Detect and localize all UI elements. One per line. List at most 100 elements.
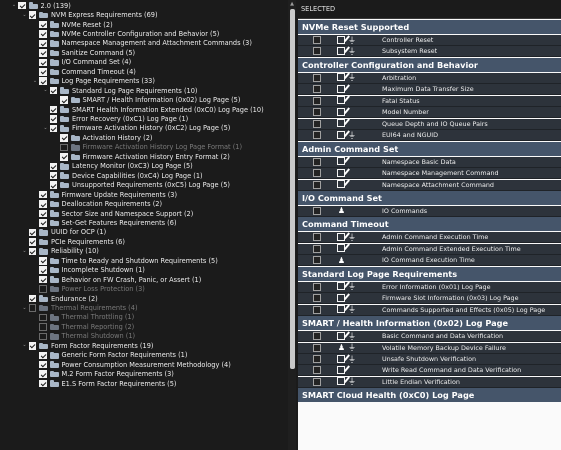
selected-item-row[interactable]: Fatal Status — [298, 95, 561, 107]
tree-checkbox[interactable] — [39, 20, 47, 29]
edit-icon[interactable] — [337, 305, 345, 314]
plug-icon[interactable]: ⏚ — [348, 232, 356, 243]
selected-item-row[interactable]: ⏚ Error Information (0x01) Log Page — [298, 281, 561, 293]
tree-row[interactable]: Firmware Update Requirements (3) — [0, 190, 288, 199]
item-checkbox[interactable] — [313, 343, 321, 352]
tree-row[interactable]: Thermal Reporting (2) — [0, 322, 288, 331]
edit-icon[interactable] — [337, 232, 345, 241]
plug-icon[interactable]: ⏚ — [348, 342, 356, 353]
tree-checkbox[interactable] — [39, 219, 47, 227]
selected-item-row[interactable]: ⏚ Unsafe Shutdown Verification — [298, 354, 561, 365]
tree-row[interactable]: I/O Command Set (4) — [0, 58, 288, 67]
tree-checkbox[interactable] — [60, 153, 68, 161]
selected-item-row[interactable]: Namespace Attachment Command — [298, 179, 561, 191]
edit-icon[interactable] — [337, 293, 345, 302]
tree-checkbox[interactable] — [28, 238, 36, 246]
plug-icon[interactable]: ⏚ — [348, 46, 356, 57]
tree-row[interactable]: Deallocation Requirements (2) — [0, 199, 288, 208]
tree-row[interactable]: E1.S Form Factor Requirements (5) — [0, 379, 288, 388]
tree-row[interactable]: Incomplete Shutdown (1) — [0, 266, 288, 275]
selected-item-row[interactable]: Model Number — [298, 107, 561, 119]
tree-checkbox[interactable] — [49, 171, 57, 180]
plug-icon[interactable]: ⏚ — [348, 331, 356, 342]
tree-row[interactable]: ⌄ 2.0 (139) — [0, 1, 288, 10]
tree-row[interactable]: Device Capabilities (0xC4) Log Page (1) — [0, 171, 288, 180]
edit-icon[interactable] — [337, 331, 345, 340]
tree-checkbox[interactable] — [28, 294, 36, 303]
item-checkbox[interactable] — [313, 244, 321, 253]
tree-row[interactable]: Namespace Management and Attachment Comm… — [0, 39, 288, 48]
tree-checkbox[interactable] — [39, 379, 47, 388]
tree-row[interactable]: Sector Size and Namespace Support (2) — [0, 209, 288, 218]
plug-icon[interactable]: ⏚ — [348, 72, 356, 83]
edit-icon[interactable] — [337, 244, 345, 253]
tree-checkbox[interactable] — [49, 105, 57, 114]
selected-item-row[interactable]: Namespace Management Command — [298, 168, 561, 180]
item-checkbox[interactable] — [313, 256, 321, 265]
item-checkbox[interactable] — [313, 294, 321, 303]
tree-checkbox[interactable] — [39, 30, 47, 38]
tree-checkbox[interactable] — [39, 200, 47, 208]
selected-item-row[interactable]: Firmware Slot Information (0x03) Log Pag… — [298, 293, 561, 305]
selected-item-row[interactable]: ⏚ Admin Command Execution Time — [298, 232, 561, 244]
tree-checkbox[interactable] — [39, 39, 47, 48]
edit-icon[interactable] — [337, 168, 345, 177]
tree-checkbox[interactable] — [39, 313, 47, 322]
tree-checkbox[interactable] — [28, 304, 36, 312]
tree-row[interactable]: ⌄ NVM Express Requirements (69) — [0, 10, 288, 19]
tree-checkbox[interactable] — [60, 96, 68, 104]
tree-checkbox[interactable] — [39, 285, 47, 293]
selected-item-row[interactable]: ⏚ Little Endian Verification — [298, 376, 561, 388]
selected-item-row[interactable]: Namespace Basic Data — [298, 156, 561, 168]
item-checkbox[interactable] — [313, 305, 321, 314]
selected-item-row[interactable]: Queue Depth and IO Queue Pairs — [298, 118, 561, 130]
item-checkbox[interactable] — [313, 355, 321, 363]
tree-checkbox[interactable] — [49, 181, 57, 189]
selected-item-row[interactable]: ⏚ EUI64 and NGUID — [298, 130, 561, 142]
tree-row[interactable]: Behavior on FW Crash, Panic, or Assert (… — [0, 275, 288, 284]
tree-row[interactable]: SMART / Health Information (0x02) Log Pa… — [0, 96, 288, 105]
tree-checkbox[interactable] — [39, 190, 47, 199]
tree-row[interactable]: ⌄ Firmware Activation History (0xC2) Log … — [0, 124, 288, 133]
item-checkbox[interactable] — [313, 36, 321, 44]
item-checkbox[interactable] — [313, 282, 321, 291]
tree-checkbox[interactable] — [39, 257, 47, 265]
item-checkbox[interactable] — [313, 377, 321, 386]
selected-item-row[interactable]: ⏚ Controller Reset — [298, 35, 561, 46]
expand-chevron-icon[interactable]: ⌄ — [21, 341, 29, 350]
plug-icon[interactable]: ⏚ — [348, 304, 356, 315]
selected-item-row[interactable]: Admin Command Extended Execution Time — [298, 243, 561, 255]
tree-checkbox[interactable] — [39, 360, 47, 369]
edit-icon[interactable] — [337, 282, 345, 291]
edit-icon[interactable] — [337, 157, 345, 166]
tree-checkbox[interactable] — [28, 228, 36, 237]
tree-row[interactable]: Activation History (2) — [0, 133, 288, 142]
edit-icon[interactable] — [337, 35, 345, 44]
edit-icon[interactable] — [337, 354, 345, 363]
tree-row[interactable]: ⌄ Reliability (10) — [0, 247, 288, 256]
selected-item-row[interactable]: ⏚ Arbitration — [298, 72, 561, 84]
run-icon[interactable]: ♟ — [337, 205, 346, 216]
tree-checkbox[interactable] — [60, 143, 68, 152]
tree-row[interactable]: Unsupported Requirements (0xC5) Log Page… — [0, 181, 288, 190]
tree-checkbox[interactable] — [39, 58, 47, 67]
tree-checkbox[interactable] — [39, 351, 47, 360]
tree-checkbox[interactable] — [49, 115, 57, 123]
selected-item-row[interactable]: ♟ ⏚ Volatile Memory Backup Device Failure — [298, 342, 561, 354]
tree-row[interactable]: UUID for OCP (1) — [0, 228, 288, 237]
item-checkbox[interactable] — [313, 131, 321, 140]
tree-row[interactable]: ⌄ Log Page Requirements (33) — [0, 77, 288, 86]
tree-row[interactable]: PCIe Requirements (6) — [0, 237, 288, 246]
item-checkbox[interactable] — [313, 85, 321, 94]
tree-scrollbar[interactable]: ▲ — [288, 0, 296, 450]
edit-icon[interactable] — [337, 73, 345, 82]
expand-chevron-icon[interactable]: ⌄ — [21, 247, 29, 256]
tree-checkbox[interactable] — [49, 124, 57, 133]
item-checkbox[interactable] — [313, 108, 321, 117]
tree-row[interactable]: Sanitize Command (5) — [0, 48, 288, 57]
selected-item-row[interactable]: Write Read Command and Data Verification — [298, 365, 561, 377]
tree-checkbox[interactable] — [28, 247, 36, 256]
tree-row[interactable]: ⌄ Standard Log Page Requirements (10) — [0, 86, 288, 95]
tree-row[interactable]: M.2 Form Factor Requirements (3) — [0, 370, 288, 379]
expand-chevron-icon[interactable]: ⌄ — [21, 11, 29, 20]
